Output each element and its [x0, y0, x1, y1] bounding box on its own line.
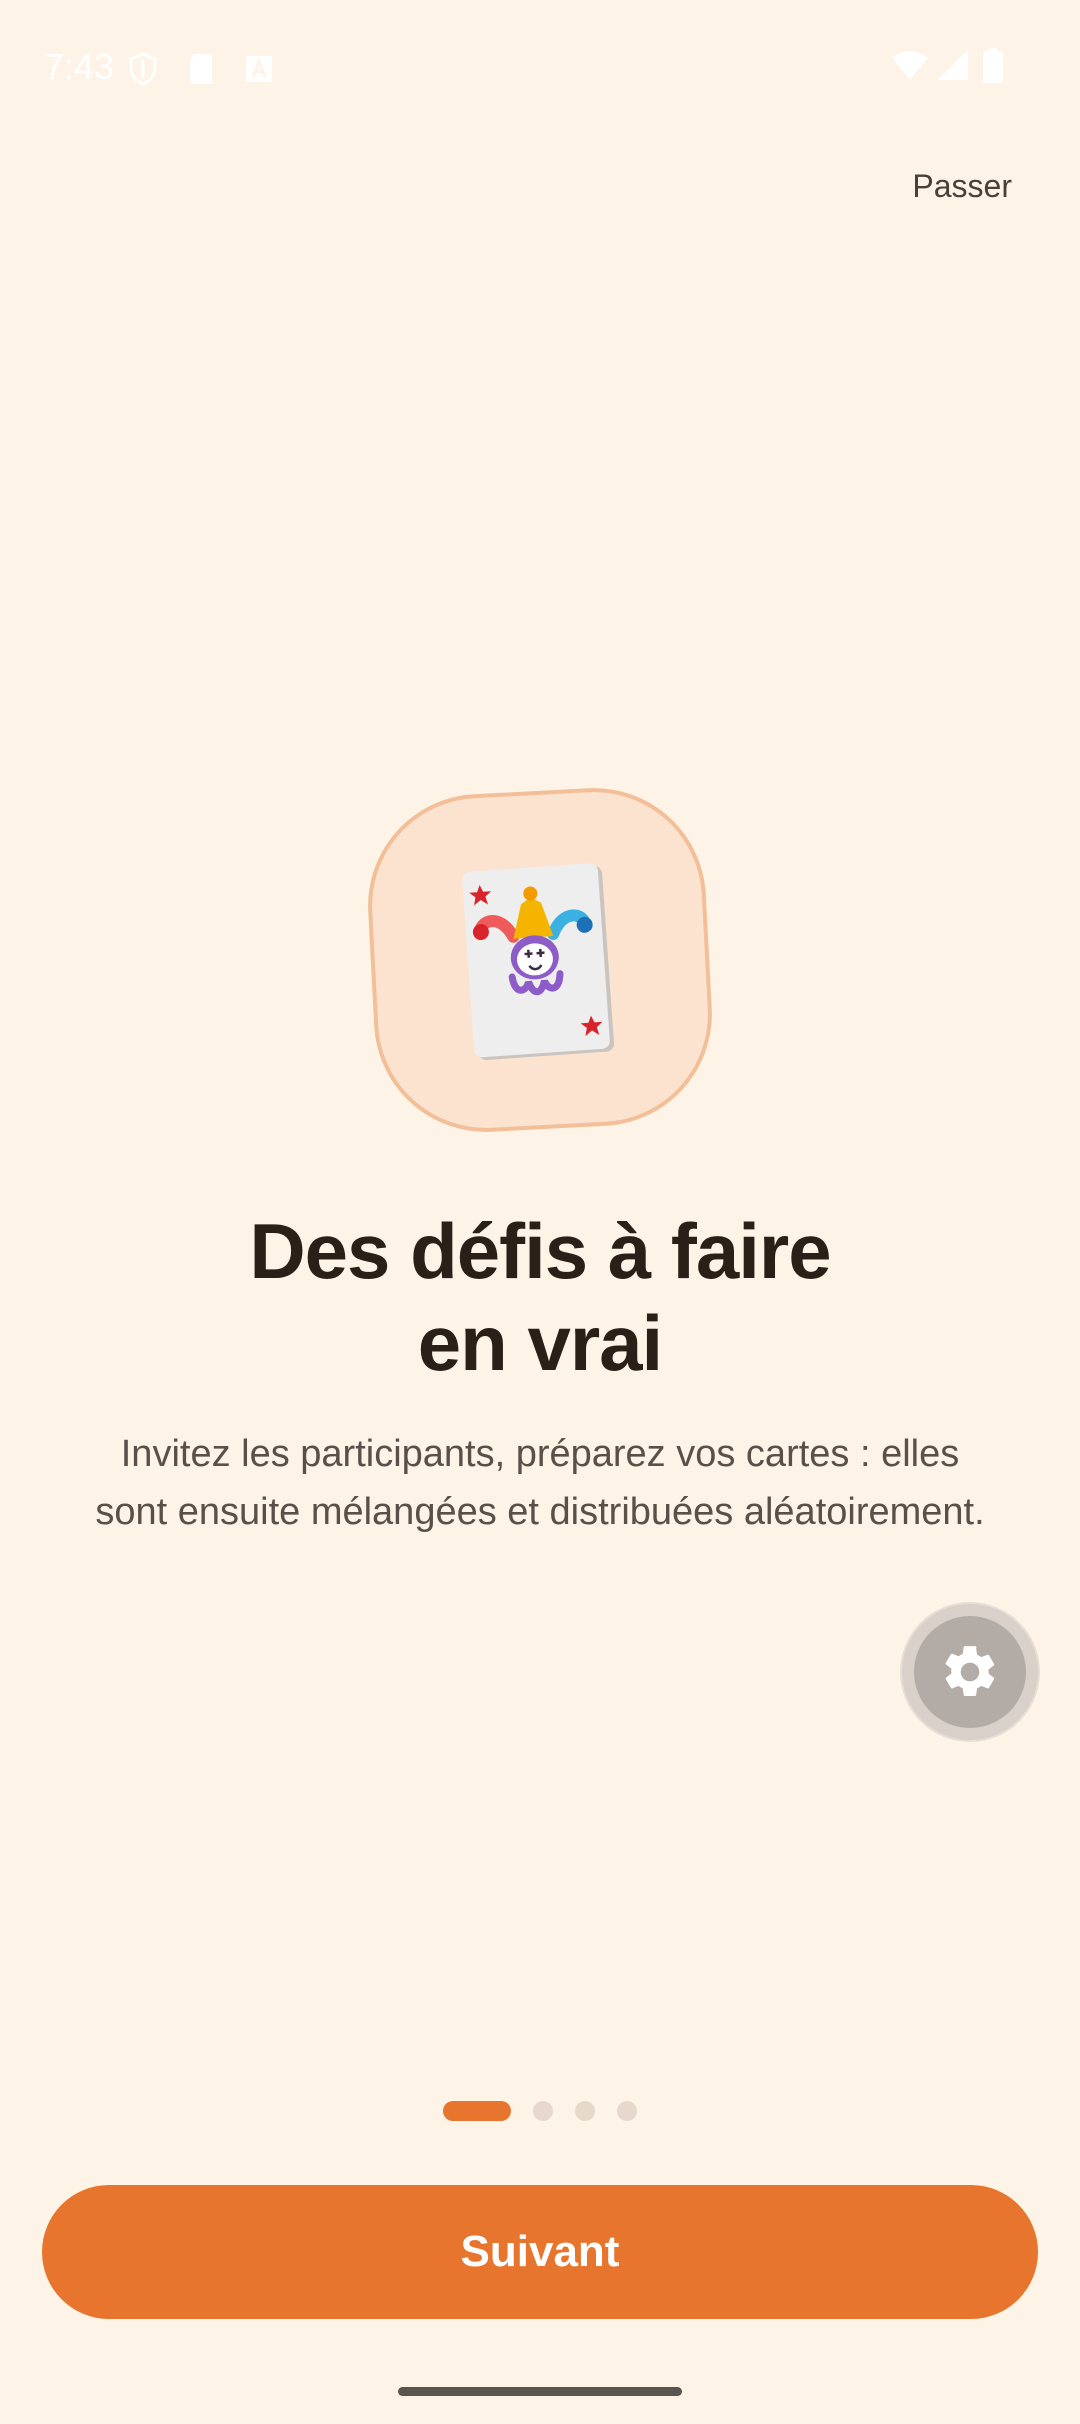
page-dot-4	[617, 2101, 637, 2121]
gear-icon	[945, 1646, 995, 1696]
joker-card-icon	[368, 788, 712, 1132]
battery-icon	[983, 48, 1003, 83]
onboarding-title: Des défis à faire en vrai	[90, 1205, 990, 1389]
page-dot-1	[443, 2101, 511, 2121]
onboarding-description: Invitez les participants, préparez vos c…	[60, 1425, 1020, 1541]
status-time: 7:43	[44, 46, 115, 87]
skip-button[interactable]: Passer	[908, 162, 1016, 211]
title-line-1: Des défis à faire	[249, 1207, 831, 1295]
title-line-2: en vrai	[417, 1299, 663, 1387]
settings-fab-inner	[914, 1616, 1026, 1728]
page-dot-3	[575, 2101, 595, 2121]
description-line-1: Invitez les participants, préparez vos c…	[120, 1433, 960, 1475]
page-dot-2	[533, 2101, 553, 2121]
gesture-navigation-bar[interactable]	[398, 2387, 682, 2396]
page-indicator	[443, 2100, 637, 2122]
keyboard-a-icon	[246, 56, 272, 82]
settings-fab[interactable]	[902, 1604, 1038, 1740]
next-button[interactable]: Suivant	[42, 2185, 1038, 2319]
sd-card-icon	[190, 54, 212, 84]
onboarding-illustration	[365, 785, 715, 1135]
status-bar: 7:43	[0, 0, 1080, 140]
cell-signal-icon	[938, 50, 968, 80]
description-line-2: sont ensuite mélangées et distribuées al…	[95, 1491, 985, 1533]
wifi-icon	[892, 51, 928, 80]
shield-icon	[129, 52, 157, 86]
